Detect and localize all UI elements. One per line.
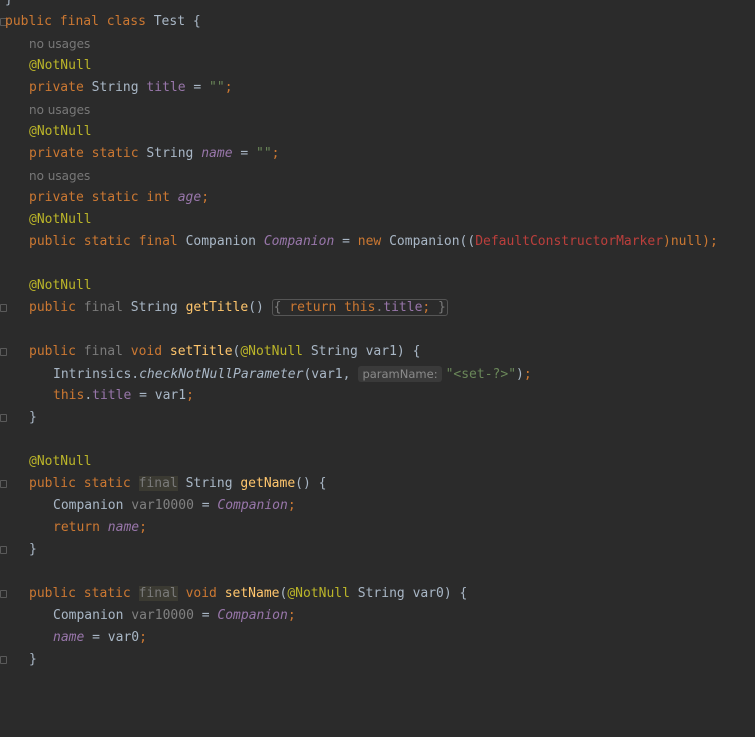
folded-body[interactable]: { return this.title; }: [271, 299, 448, 316]
code-line: name = var0;: [53, 630, 147, 645]
annotation: @NotNull: [29, 278, 92, 293]
fold-icon[interactable]: [0, 304, 7, 312]
code-line: public final class Test {: [0, 11, 755, 33]
code-line: private static String name = "";: [29, 146, 280, 161]
code-line: @NotNull: [0, 121, 755, 143]
code-line: @NotNull: [0, 55, 755, 77]
code-line: @NotNull: [0, 209, 755, 231]
usage-hint[interactable]: no usages: [0, 165, 755, 187]
code-line: @NotNull: [0, 451, 755, 473]
method-setTitle[interactable]: setTitle: [170, 344, 233, 359]
code-line: }: [0, 649, 755, 671]
annotation: @NotNull: [29, 124, 92, 139]
code-line: Companion var10000 = Companion;: [53, 498, 296, 513]
method-getName[interactable]: getName: [240, 476, 295, 491]
code-line: public static final void setName(@NotNul…: [0, 583, 755, 605]
code-line: return name;: [53, 520, 147, 535]
redundant-final-highlight: final: [138, 586, 178, 601]
code-line: Companion var10000 = Companion;: [53, 608, 296, 623]
code-line: @NotNull: [0, 275, 755, 297]
code-line: private String title = "";: [29, 80, 233, 95]
code-line: public final void setTitle(@NotNull Stri…: [0, 341, 755, 363]
fold-icon[interactable]: [0, 348, 7, 356]
code-line: this.title = var1;: [53, 388, 194, 403]
fold-end-icon[interactable]: [0, 546, 7, 554]
parameter-hint: paramName:: [358, 366, 442, 382]
fold-icon[interactable]: [0, 480, 7, 488]
annotation: @NotNull: [29, 58, 92, 73]
code-line: private static int age;: [29, 190, 210, 205]
closing-brace: }: [5, 0, 13, 11]
fold-end-icon[interactable]: [0, 414, 7, 422]
usage-hint[interactable]: no usages: [0, 33, 755, 55]
code-line: }: [0, 0, 755, 11]
code-line: public static final Companion Companion …: [29, 234, 718, 249]
code-editor[interactable]: } public final class Test { no usages @N…: [0, 0, 755, 671]
fold-end-icon[interactable]: [0, 656, 7, 664]
annotation: @NotNull: [29, 454, 92, 469]
method-getTitle[interactable]: getTitle: [186, 300, 249, 315]
usage-hint[interactable]: no usages: [0, 99, 755, 121]
fold-icon[interactable]: [0, 590, 7, 598]
code-line: public static final String getName() {: [0, 473, 755, 495]
redundant-final-highlight: final: [138, 476, 178, 491]
code-line: Intrinsics.checkNotNullParameter(var1, pa…: [53, 366, 532, 382]
code-line: public final String getTitle() { return …: [0, 297, 755, 319]
class-name: Test {: [153, 14, 201, 29]
code-line: }: [0, 539, 755, 561]
method-setName[interactable]: setName: [225, 586, 280, 601]
annotation: @NotNull: [29, 212, 92, 227]
code-line: }: [0, 407, 755, 429]
